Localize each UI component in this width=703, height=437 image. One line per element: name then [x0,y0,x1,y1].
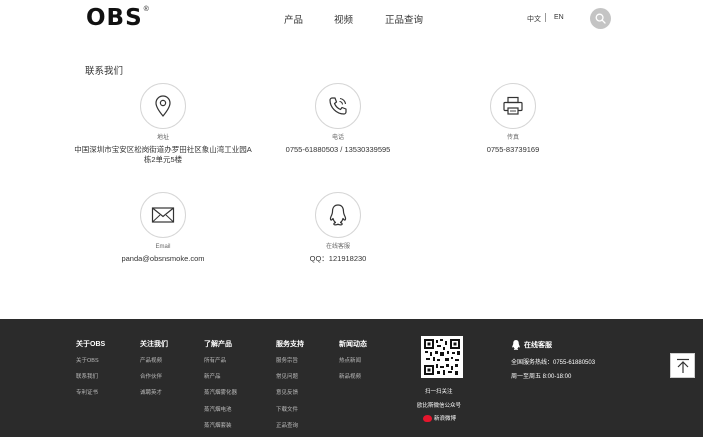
registered-mark: ® [143,6,149,13]
footer-link[interactable]: 诚聘英才 [140,390,168,397]
footer-col-title: 关于OBS [76,341,106,348]
search-icon [595,13,606,24]
phone-icon [329,97,347,115]
service-hotline: 全国服务热线：0755-61880503 [511,360,596,366]
weibo-icon [423,414,432,422]
nav-item-products[interactable]: 产品 [284,12,303,26]
footer-link[interactable]: 新品视频 [339,374,367,381]
footer-link[interactable]: 下载文件 [276,407,304,414]
footer-link[interactable]: 合作伙伴 [140,374,168,381]
qq-label: 在线客服 [325,244,350,250]
lang-divider [545,13,546,22]
qr-caption-scan: 扫一扫关注 [425,389,453,395]
arrow-up-icon [677,358,689,373]
footer-link[interactable]: 专利证书 [76,390,105,397]
phone-circle [315,83,361,129]
lang-english[interactable]: EN [554,14,564,21]
qr-caption-account: 欧比斯微信公众号 [417,403,462,409]
site-header: OBS ® 产品 视频 正品查询 中文 EN [0,0,703,38]
weibo-link[interactable]: 新浪微博 [423,414,456,422]
footer-link[interactable]: 新产品 [204,374,237,381]
contact-email: Email panda@obsnsmoke.com [63,192,263,264]
address-label: 地址 [156,135,169,141]
footer-link[interactable]: 联系我们 [76,374,105,381]
fax-circle [490,83,536,129]
footer-link[interactable]: 服务宗旨 [276,358,304,365]
footer-link[interactable]: 产品视频 [140,358,168,365]
footer-col-title: 关注我们 [140,341,168,348]
phone-value: 0755-61880503 / 13530339595 [285,145,391,154]
nav-item-verify[interactable]: 正品查询 [385,12,423,26]
footer-col-about: 关于OBS 关于OBS 联系我们 专利证书 [76,339,105,407]
wechat-qr-code [421,336,463,378]
footer-link[interactable]: 常见问题 [276,374,304,381]
nav-item-videos[interactable]: 视频 [334,12,353,26]
weibo-label: 新浪微博 [434,416,457,422]
footer-col-title: 了解产品 [204,341,232,348]
search-button[interactable] [590,8,611,29]
email-value[interactable]: panda@obsnsmoke.com [63,254,263,264]
contact-fax: 传真 0755-83739169 [413,83,613,155]
address-circle [140,83,186,129]
contact-phone: 电话 0755-61880503 / 13530339595 [238,83,438,155]
back-to-top-button[interactable] [670,353,695,378]
service-hours: 周一至周五 8:00-18:00 [511,374,572,380]
footer-link[interactable]: 蒸汽烟电池 [204,407,237,414]
footer-link[interactable]: 蒸汽烟雾化器 [204,390,237,397]
address-value: 中国深圳市宝安区松岗街道办罗田社区象山湾工业园A栋2单元5楼 [74,145,252,164]
mail-icon [151,207,175,223]
site-footer: 关于OBS 关于OBS 联系我们 专利证书 关注我们 产品视频 合作伙伴 诚聘英… [0,319,703,437]
phone-label: 电话 [331,135,344,141]
footer-link[interactable]: 蒸汽烟套装 [204,423,237,430]
service-heading[interactable]: 在线客服 [511,339,595,351]
email-label: Email [155,244,171,250]
service-title: 在线客服 [524,342,552,349]
logo[interactable]: OBS ® [86,6,149,30]
lang-chinese[interactable]: 中文 [527,14,541,24]
fax-value: 0755-83739169 [486,145,540,154]
qq-icon [512,340,520,350]
footer-col-title: 服务支持 [276,341,304,348]
online-service: 在线客服 全国服务热线：0755-61880503 周一至周五 8:00-18:… [511,339,595,380]
footer-col-support: 服务支持 服务宗旨 常见问题 意见反馈 下载文件 正品查询 [276,339,304,437]
email-circle [140,192,186,238]
footer-col-news: 新闻动态 热点新闻 新品视频 [339,339,367,390]
footer-col-follow: 关注我们 产品视频 合作伙伴 诚聘英才 [140,339,168,407]
qq-icon [329,204,347,226]
contact-address: 地址 中国深圳市宝安区松岗街道办罗田社区象山湾工业园A栋2单元5楼 [63,83,263,165]
footer-col-products: 了解产品 所有产品 新产品 蒸汽烟雾化器 蒸汽烟电池 蒸汽烟套装 [204,339,237,437]
qq-circle [315,192,361,238]
qq-value[interactable]: QQ：121918230 [238,254,438,264]
logo-text: OBS [86,5,143,31]
footer-link[interactable]: 意见反馈 [276,390,304,397]
footer-col-title: 新闻动态 [339,341,367,348]
footer-link[interactable]: 关于OBS [76,358,105,365]
footer-link[interactable]: 热点新闻 [339,358,367,365]
contact-title: 联系我们 [85,66,124,77]
fax-icon [503,96,523,115]
fax-label: 传真 [506,135,519,141]
location-pin-icon [155,95,171,117]
contact-qq: 在线客服 QQ：121918230 [238,192,438,264]
footer-link[interactable]: 所有产品 [204,358,237,365]
footer-link[interactable]: 正品查询 [276,423,304,430]
